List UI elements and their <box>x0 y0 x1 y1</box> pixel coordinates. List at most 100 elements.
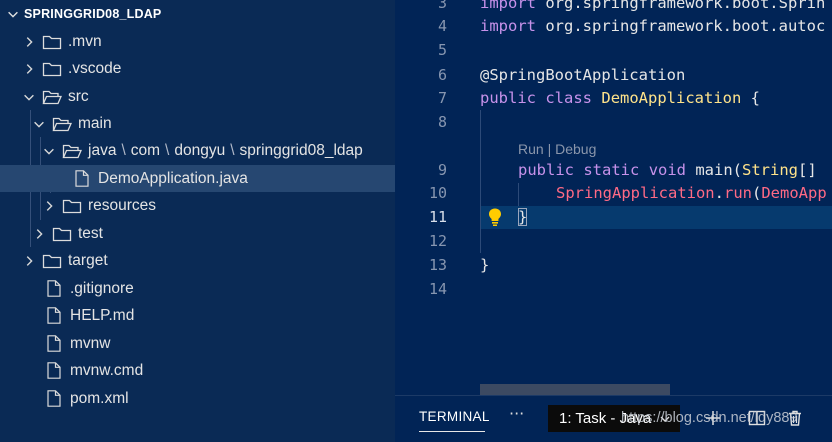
horizontal-scrollbar[interactable] <box>480 384 670 395</box>
keyword: void <box>648 161 687 179</box>
line-number: 6 <box>437 66 447 84</box>
line-number: 3 <box>437 0 447 12</box>
line-number: 14 <box>428 280 447 298</box>
class-name: String <box>742 161 799 179</box>
explorer-panel: SPRINGGRID08_LDAP .mvn .vscode src main … <box>0 0 395 442</box>
tree-item-label: .mvn <box>68 32 102 50</box>
tree-item-package-path[interactable]: java \ com \ dongyu \ springgrid08_ldap <box>0 137 395 164</box>
chevron-down-icon <box>8 11 18 18</box>
code-text: { <box>741 89 761 107</box>
closing-brace: } <box>518 208 528 226</box>
path-separator: \ <box>165 141 170 159</box>
lightbulb-icon[interactable] <box>487 207 503 227</box>
line-number: 8 <box>437 113 447 131</box>
keyword: import <box>480 17 536 35</box>
tree-item-help-md[interactable]: HELP.md <box>0 302 395 329</box>
path-segment: java <box>88 141 117 159</box>
explorer-section-header[interactable]: SPRINGGRID08_LDAP <box>0 0 395 28</box>
indent-guide <box>480 110 481 253</box>
folder-icon <box>62 199 82 213</box>
line-number: 9 <box>437 161 447 179</box>
tree-item-test[interactable]: test <box>0 220 395 247</box>
tree-item-pom-xml[interactable]: pom.xml <box>0 385 395 412</box>
tree-item-mvn[interactable]: .mvn <box>0 28 395 55</box>
path-segment: com <box>130 141 161 159</box>
folder-icon <box>42 35 62 49</box>
class-name: SpringApplication <box>556 184 715 202</box>
tree-item-resources[interactable]: resources <box>0 192 395 219</box>
code-line-3: import org.springframework.boot.Sprin <box>480 0 825 15</box>
code-editor[interactable]: 3 4 5 6 7 8 9 10 11 12 13 14 import org.… <box>395 0 832 395</box>
tree-item-mvnw[interactable]: mvnw <box>0 330 395 357</box>
path-separator: \ <box>230 141 235 159</box>
annotation: @SpringBootApplication <box>480 66 686 84</box>
tree-item-label: .gitignore <box>70 279 134 297</box>
chevron-right-icon <box>26 36 33 47</box>
line-number: 4 <box>437 17 447 35</box>
file-icon <box>47 390 61 407</box>
file-icon <box>47 335 61 352</box>
line-number: 12 <box>428 232 447 250</box>
folder-open-icon <box>52 117 72 131</box>
tree-item-mvnw-cmd[interactable]: mvnw.cmd <box>0 357 395 384</box>
line-number: 10 <box>428 184 447 202</box>
more-actions-button[interactable]: ··· <box>509 406 529 426</box>
indent-guide <box>518 183 519 206</box>
tree-item-target[interactable]: target <box>0 247 395 274</box>
folder-open-icon <box>62 144 82 158</box>
code-line-9: public static void main(String[] <box>518 159 826 182</box>
tree-item-label: main <box>78 114 112 132</box>
tree-item-gitignore[interactable]: .gitignore <box>0 275 395 302</box>
current-line-highlight <box>480 206 832 229</box>
code-line-6: @SpringBootApplication <box>480 64 685 87</box>
line-number: 7 <box>437 89 447 107</box>
tree-item-label: target <box>68 251 108 269</box>
code-line-10: SpringApplication.run(DemoApp <box>556 182 827 205</box>
keyword: public <box>518 161 574 179</box>
tree-item-src[interactable]: src <box>0 83 395 110</box>
file-icon <box>47 280 61 297</box>
file-icon <box>47 362 61 379</box>
class-name: DemoApp <box>761 184 827 202</box>
path-segment: dongyu <box>174 141 226 159</box>
file-icon <box>75 170 89 187</box>
code-text: org.springframework.boot.autoc <box>536 17 826 35</box>
folder-open-icon <box>42 90 62 104</box>
bottom-panel: TERMINAL ··· 1: Task - Java https://blog… <box>395 395 832 442</box>
closing-brace: } <box>480 256 490 274</box>
file-icon <box>47 307 61 324</box>
keyword: import <box>480 0 536 12</box>
tree-item-label: src <box>68 87 89 105</box>
explorer-title: SPRINGGRID08_LDAP <box>24 7 162 21</box>
chevron-down-icon <box>34 121 44 128</box>
chevron-right-icon <box>26 63 33 74</box>
tree-item-label: pom.xml <box>70 389 129 407</box>
folder-icon <box>42 254 62 268</box>
method-name: run <box>723 184 752 202</box>
tree-item-vscode[interactable]: .vscode <box>0 55 395 82</box>
chevron-right-icon <box>36 228 43 239</box>
tree-item-label: mvnw.cmd <box>70 361 144 379</box>
code-text: ( <box>751 184 762 202</box>
code-line-7: public class DemoApplication { <box>480 87 760 110</box>
tree-item-demoapplication-java[interactable]: DemoApplication.java <box>0 165 395 192</box>
code-text: [] <box>798 161 827 179</box>
codelens-run-debug[interactable]: Run | Debug <box>518 139 596 159</box>
code-line-11: } <box>518 206 528 229</box>
tree-item-label: mvnw <box>70 334 111 352</box>
code-text: main( <box>686 161 743 179</box>
tab-terminal[interactable]: TERMINAL <box>419 409 490 424</box>
code-text: . <box>714 184 724 202</box>
keyword: static <box>583 161 640 179</box>
tree-item-label: resources <box>88 196 157 214</box>
tree-item-label: .vscode <box>68 59 122 77</box>
path-segment: springgrid08_ldap <box>239 141 363 159</box>
code-line-4: import org.springframework.boot.autoc <box>480 15 825 38</box>
tree-item-label: HELP.md <box>70 306 135 324</box>
tree-item-main[interactable]: main <box>0 110 395 137</box>
tree-item-label: test <box>78 224 103 242</box>
line-number: 13 <box>428 256 447 274</box>
